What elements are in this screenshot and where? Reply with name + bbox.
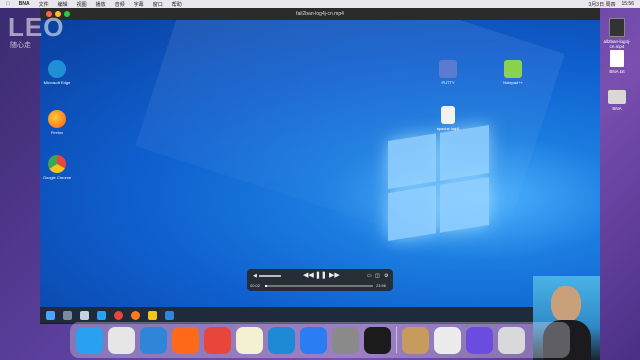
mac-dock — [70, 322, 570, 358]
icon-label: BNA — [612, 106, 622, 111]
desktop-icon-notepadpp[interactable]: Notepad++ — [493, 60, 533, 85]
icon-label: Google Chrome — [42, 175, 72, 180]
terminal-icon[interactable] — [364, 326, 391, 354]
firefox-icon — [48, 110, 66, 128]
text-file-icon — [610, 50, 624, 67]
icon-label: Microsoft Edge — [43, 80, 71, 85]
progress-bar[interactable] — [265, 285, 373, 287]
pip-icon[interactable]: ◫ — [375, 273, 380, 280]
icon-label: all2ban-log4j-cn.mp4 — [603, 39, 631, 49]
chrome-taskbar-icon[interactable] — [114, 310, 123, 320]
menu-time[interactable]: 15:56 — [621, 1, 634, 7]
chrome-icon[interactable] — [204, 326, 231, 354]
firefox-icon[interactable] — [172, 326, 199, 354]
volume-icon[interactable]: ◀ — [253, 273, 257, 280]
vscode-icon[interactable] — [268, 326, 295, 354]
trash-icon[interactable] — [498, 326, 525, 354]
airplay-icon[interactable]: ▭ — [367, 273, 372, 280]
mac-icon-bna-drive[interactable]: BNA — [600, 90, 634, 111]
explorer-taskbar-icon[interactable] — [148, 310, 157, 320]
mac-menu-bar:  BNA 文件 编辑 视图 播放 音频 字幕 窗口 帮助 3月3日 周四 15:56 — [0, 0, 640, 8]
appstore-icon[interactable] — [300, 326, 327, 354]
drive-icon — [608, 90, 626, 104]
icon-label: PUTTY — [441, 80, 455, 85]
edge-taskbar-icon[interactable] — [97, 310, 106, 320]
menu-item[interactable]: 视图 — [77, 1, 87, 8]
menu-date[interactable]: 3月3日 周四 — [589, 1, 616, 8]
icon-label: apache log4j — [436, 126, 460, 131]
menu-app-name[interactable]: BNA — [19, 1, 30, 7]
player-title: fail2ban-log4j-cn.mp4 — [296, 11, 344, 17]
progress-fill — [265, 285, 268, 287]
volume-slider[interactable] — [259, 275, 281, 277]
chrome-icon — [48, 155, 66, 173]
notes-icon[interactable] — [236, 326, 263, 354]
icon-label: Firefox — [50, 130, 64, 135]
icon-label: BNA.txt — [609, 69, 625, 74]
menu-item[interactable]: 字幕 — [134, 1, 144, 8]
menu-item[interactable]: 音频 — [115, 1, 125, 8]
watermark-logo: LEO — [8, 12, 65, 42]
desktop-icon-firefox[interactable]: Firefox — [40, 110, 77, 135]
launchpad-icon[interactable] — [108, 326, 135, 354]
menu-item[interactable]: 播放 — [96, 1, 106, 8]
search-icon[interactable] — [63, 310, 72, 320]
menu-item[interactable]: 文件 — [39, 1, 49, 8]
windows-desktop: Microsoft Edge Firefox Google Chrome PUT… — [40, 20, 600, 307]
desktop-icon-log4j[interactable]: apache log4j — [428, 106, 468, 131]
task-view-icon[interactable] — [80, 310, 89, 320]
preview-icon[interactable] — [434, 326, 461, 354]
menu-item[interactable]: 窗口 — [153, 1, 163, 8]
desktop-icon-edge[interactable]: Microsoft Edge — [40, 60, 77, 85]
rewind-icon[interactable]: ◀◀ — [303, 272, 314, 279]
menu-item[interactable]: 帮助 — [172, 1, 182, 8]
file-icon — [441, 106, 455, 124]
notepadpp-icon — [504, 60, 522, 78]
pause-icon[interactable]: ❚❚ — [315, 272, 327, 279]
mac-icon-bna-txt[interactable]: BNA.txt — [600, 50, 634, 74]
windows-logo — [388, 125, 489, 241]
player-controls: ◀ ◀◀ ❚❚ ▶▶ ▭ ◫ ⚙ 00:02 23:56 — [247, 269, 393, 291]
system-preferences-icon[interactable] — [332, 326, 359, 354]
edge-icon — [48, 60, 66, 78]
zoom-icon[interactable] — [64, 11, 70, 17]
terminal-taskbar-icon[interactable] — [165, 310, 174, 320]
watermark-subtext: 随心走 — [10, 42, 31, 49]
safari-icon[interactable] — [140, 326, 167, 354]
icon-label: Notepad++ — [503, 80, 523, 85]
video-player-icon[interactable] — [466, 326, 493, 354]
putty-icon — [439, 60, 457, 78]
player-titlebar[interactable]: fail2ban-log4j-cn.mp4 — [40, 8, 600, 20]
firefox-taskbar-icon[interactable] — [131, 310, 140, 320]
menu-item[interactable]: 编辑 — [58, 1, 68, 8]
desktop-icon-chrome[interactable]: Google Chrome — [40, 155, 77, 180]
windows-taskbar: ▲ ◆ — [40, 307, 600, 323]
finder-icon[interactable] — [76, 326, 103, 354]
settings-icon[interactable]: ⚙ — [384, 273, 388, 280]
apple-icon[interactable]:  — [6, 1, 10, 7]
time-total: 23:56 — [376, 283, 387, 288]
mac-icon-video[interactable]: all2ban-log4j-cn.mp4 — [600, 18, 634, 49]
start-icon[interactable] — [46, 310, 55, 320]
time-elapsed: 00:02 — [250, 283, 261, 288]
dock-separator — [396, 327, 397, 353]
desktop-icon-putty[interactable]: PUTTY — [428, 60, 468, 85]
fast-forward-icon[interactable]: ▶▶ — [329, 272, 340, 279]
video-file-icon — [609, 18, 625, 37]
archive-icon[interactable] — [402, 326, 429, 354]
